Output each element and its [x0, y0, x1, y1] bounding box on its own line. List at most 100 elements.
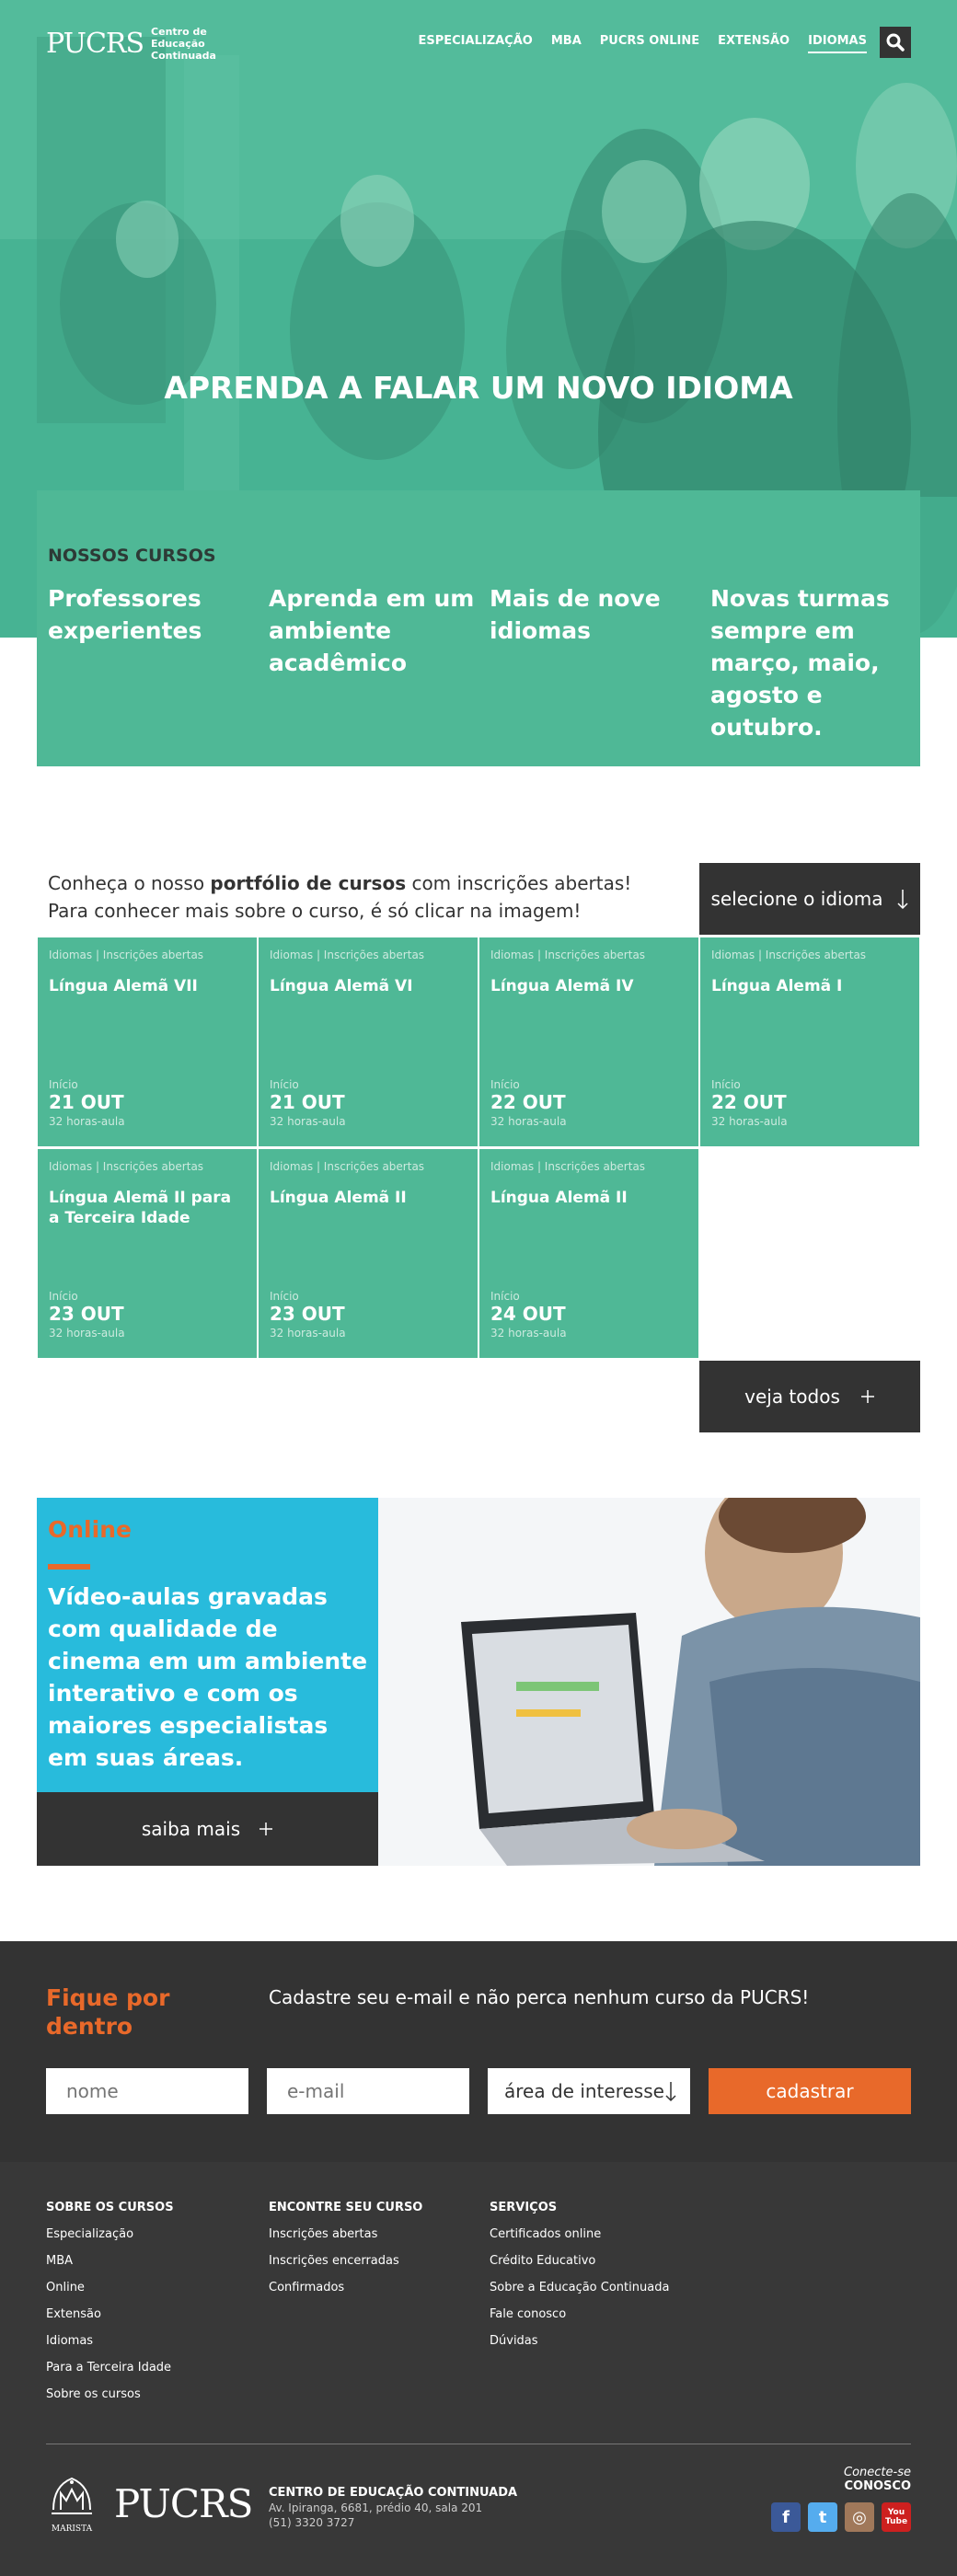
pucrs-logo[interactable]: PUCRS Centro de Educação Continuada — [46, 26, 261, 62]
card-date: 21 OUT — [270, 1091, 345, 1113]
nav-link-pucrs-online[interactable]: PUCRS ONLINE — [600, 34, 699, 53]
card-hours: 32 horas-aula — [711, 1115, 788, 1128]
card-title: Língua Alemã II — [270, 1189, 407, 1207]
intro-text-a: Conheça o nosso — [48, 872, 211, 894]
card-tag: Idiomas | Inscrições abertas — [49, 1160, 204, 1173]
twitter-icon[interactable]: t — [808, 2502, 837, 2532]
nav-link-extensao[interactable]: EXTENSÃO — [718, 34, 790, 53]
footer-link[interactable]: Confirmados — [269, 2281, 422, 2294]
see-all-button[interactable]: veja todos — [699, 1361, 920, 1432]
card-start-label: Início — [711, 1078, 741, 1091]
address-line: Av. Ipiranga, 6681, prédio 40, sala 201 — [269, 2501, 483, 2514]
portfolio-intro: Conheça o nosso portfólio de cursos com … — [48, 869, 631, 925]
interest-area-select[interactable]: área de interesse — [488, 2068, 690, 2114]
card-title: Língua Alemã IV — [490, 977, 634, 995]
online-label: Online — [48, 1516, 132, 1543]
card-tag: Idiomas | Inscrições abertas — [490, 1160, 646, 1173]
footer-column-title: SOBRE OS CURSOS — [46, 2201, 174, 2214]
course-card[interactable]: Idiomas | Inscrições abertas Língua Alem… — [38, 1149, 257, 1358]
plus-icon — [259, 1823, 273, 1835]
card-start-label: Início — [49, 1078, 78, 1091]
online-description: Vídeo-aulas gravadas com qualidade de ci… — [48, 1583, 368, 1771]
logo-subtitle-line-2: Educação Continuada — [151, 38, 216, 62]
instagram-icon[interactable]: ◎ — [845, 2502, 874, 2532]
marista-logo[interactable]: MARISTA — [46, 2473, 98, 2534]
card-tag: Idiomas | Inscrições abertas — [49, 949, 204, 961]
footer-link[interactable]: Para a Terceira Idade — [46, 2361, 174, 2375]
logo-wordmark: PUCRS — [46, 28, 144, 60]
footer-link[interactable]: Inscrições encerradas — [269, 2254, 422, 2268]
youtube-icon[interactable]: You Tube — [882, 2502, 911, 2532]
nav-link-mba[interactable]: MBA — [551, 34, 582, 53]
newsletter-section: Fique por dentro Cadastre seu e-mail e n… — [0, 1941, 957, 2162]
nav-link-especializacao[interactable]: ESPECIALIZAÇÃO — [418, 34, 532, 53]
card-start-label: Início — [270, 1290, 299, 1303]
arrow-down-icon — [897, 890, 908, 910]
footer-link[interactable]: Sobre os cursos — [46, 2387, 174, 2401]
footer-link[interactable]: MBA — [46, 2254, 174, 2268]
footer-column-courses: SOBRE OS CURSOS Especialização MBA Onlin… — [46, 2201, 174, 2414]
social-links: f t ◎ You Tube — [771, 2502, 911, 2532]
feature-item: Aprenda em um ambiente acadêmico — [269, 585, 475, 676]
search-button[interactable] — [880, 27, 911, 58]
footer-column-title: SERVIÇOS — [490, 2201, 558, 2214]
footer-link[interactable]: Idiomas — [46, 2334, 174, 2348]
card-hours: 32 horas-aula — [49, 1115, 125, 1128]
twitter-glyph: t — [818, 2507, 827, 2527]
course-card[interactable]: Idiomas | Inscrições abertas Língua Alem… — [479, 1149, 698, 1358]
footer-link[interactable]: Sobre a Educação Continuada — [490, 2281, 669, 2294]
footer-column-find: ENCONTRE SEU CURSO Inscrições abertas In… — [269, 2201, 422, 2307]
card-start-label: Início — [490, 1290, 520, 1303]
learn-more-button[interactable]: saiba mais — [37, 1792, 378, 1866]
card-date: 23 OUT — [49, 1303, 124, 1325]
course-card[interactable]: Idiomas | Inscrições abertas Língua Alem… — [259, 937, 478, 1146]
connect-label-bold: CONOSCO — [844, 2479, 911, 2493]
feature-item: Mais de nove idiomas — [490, 585, 661, 644]
newsletter-title: Fique por dentro — [46, 1984, 170, 2040]
search-icon — [886, 33, 905, 52]
course-card[interactable]: Idiomas | Inscrições abertas Língua Alem… — [38, 937, 257, 1146]
course-card[interactable]: Idiomas | Inscrições abertas Língua Alem… — [259, 1149, 478, 1358]
connect-label: Conecte-se — [844, 2466, 911, 2479]
online-accent-bar — [48, 1564, 90, 1570]
footer-column-services: SERVIÇOS Certificados online Crédito Edu… — [490, 2201, 669, 2361]
learn-more-label: saiba mais — [141, 1818, 241, 1840]
footer-link[interactable]: Inscrições abertas — [269, 2227, 422, 2241]
name-input[interactable] — [46, 2068, 248, 2114]
footer-link[interactable]: Especialização — [46, 2227, 174, 2241]
logo-subtitle: Centro de Educação Continuada — [151, 26, 261, 62]
logo-subtitle-line-1: Centro de — [151, 26, 207, 38]
intro-text-b: portfólio de cursos — [210, 872, 407, 894]
address-title: CENTRO DE EDUCAÇÃO CONTINUADA — [269, 2486, 518, 2500]
footer-link[interactable]: Crédito Educativo — [490, 2254, 669, 2268]
online-panel: Online Vídeo-aulas gravadas com qualidad… — [37, 1498, 378, 1792]
facebook-icon[interactable]: f — [771, 2502, 801, 2532]
footer-link[interactable]: Dúvidas — [490, 2334, 669, 2348]
arrow-down-icon — [665, 2082, 676, 2102]
social-connect: Conecte-se CONOSCO f t ◎ You Tube — [771, 2466, 911, 2532]
card-start-label: Início — [490, 1078, 520, 1091]
laptop-photo-illustration — [378, 1498, 920, 1866]
instagram-glyph: ◎ — [852, 2507, 867, 2527]
subscribe-button[interactable]: cadastrar — [709, 2068, 911, 2114]
footer-link[interactable]: Certificados online — [490, 2227, 669, 2241]
footer-link[interactable]: Online — [46, 2281, 174, 2294]
interest-area-label: área de interesse — [504, 2080, 664, 2102]
footer-address: CENTRO DE EDUCAÇÃO CONTINUADA Av. Ipiran… — [269, 2486, 517, 2529]
youtube-glyph: You Tube — [884, 2508, 908, 2526]
footer-pucrs-logo[interactable]: PUCRS — [114, 2481, 253, 2526]
select-language-label: selecione o idioma — [710, 888, 883, 910]
nav-link-idiomas[interactable]: IDIOMAS — [808, 34, 867, 53]
feature-item: Novas turmas sempre em março, maio, agos… — [710, 585, 890, 741]
course-card[interactable]: Idiomas | Inscrições abertas Língua Alem… — [700, 937, 919, 1146]
select-language-dropdown[interactable]: selecione o idioma — [699, 863, 920, 935]
footer-link[interactable]: Extensão — [46, 2307, 174, 2321]
card-date: 23 OUT — [270, 1303, 345, 1325]
course-card[interactable]: Idiomas | Inscrições abertas Língua Alem… — [479, 937, 698, 1146]
footer-link[interactable]: Fale conosco — [490, 2307, 669, 2321]
card-hours: 32 horas-aula — [49, 1327, 125, 1340]
card-date: 22 OUT — [490, 1091, 566, 1113]
email-input[interactable] — [267, 2068, 469, 2114]
marista-emblem-icon — [52, 2477, 92, 2514]
card-title: Língua Alemã VII — [49, 977, 198, 995]
